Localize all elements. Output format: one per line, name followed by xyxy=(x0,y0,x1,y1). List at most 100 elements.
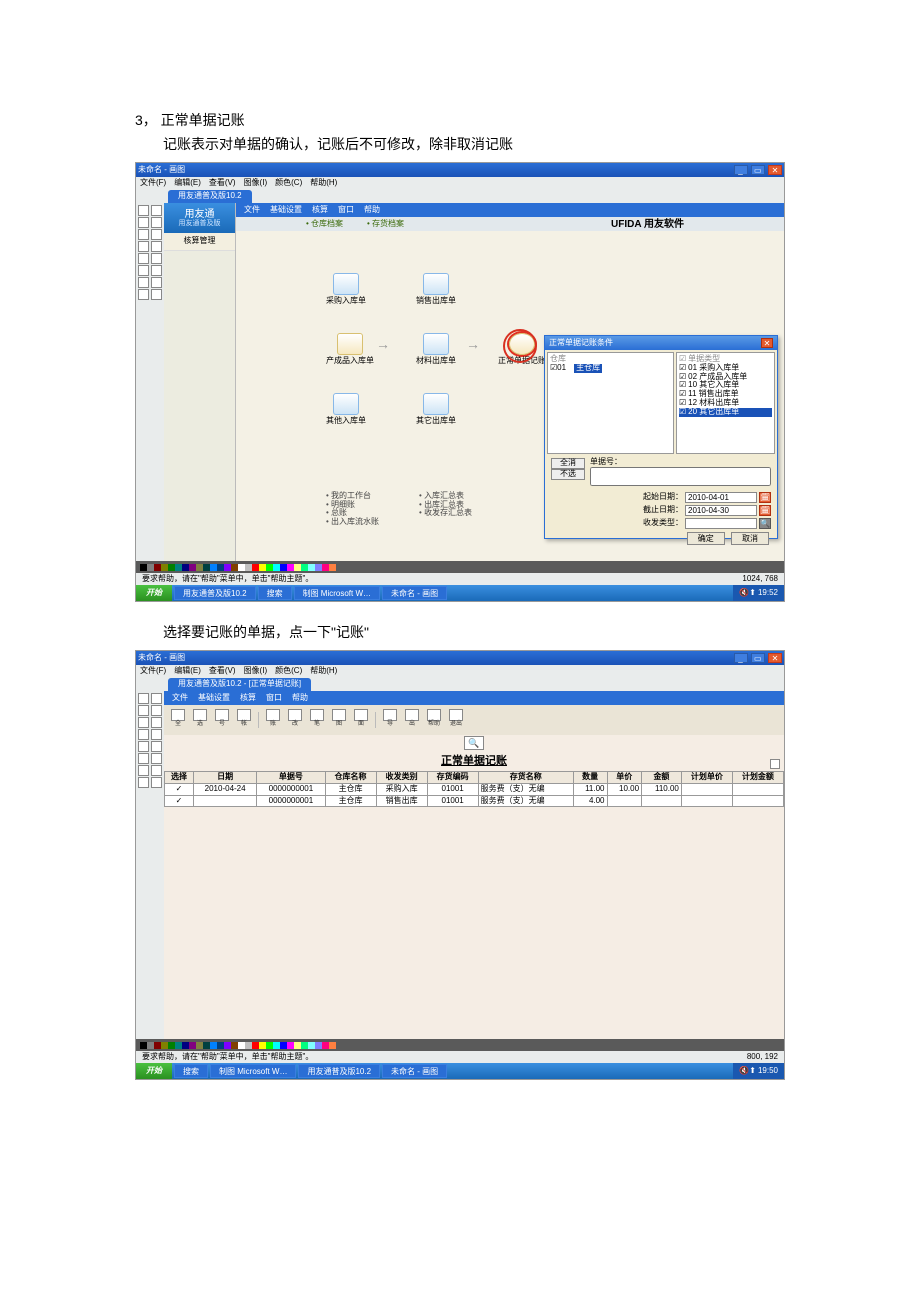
toolbar-button[interactable]: 退出 xyxy=(448,709,464,731)
warehouse-pane[interactable]: 仓库 ☑01 主仓库 xyxy=(547,352,674,454)
column-header[interactable]: 选择 xyxy=(165,771,194,783)
submenu-item[interactable]: 核算 xyxy=(312,206,328,215)
palette-swatch[interactable] xyxy=(161,1042,168,1049)
node-purchase-in[interactable]: 采购入库单 xyxy=(326,273,366,306)
column-header[interactable]: 单价 xyxy=(607,771,642,783)
maximize-button[interactable]: ▭ xyxy=(751,653,765,663)
taskbar-item[interactable]: 未命名 - 画图 xyxy=(382,586,447,600)
column-header[interactable]: 金额 xyxy=(642,771,682,783)
submenu-item[interactable]: 帮助 xyxy=(364,206,380,215)
minimize-button[interactable]: _ xyxy=(734,165,748,175)
palette-swatch[interactable] xyxy=(182,564,189,571)
palette-swatch[interactable] xyxy=(294,564,301,571)
palette-swatch[interactable] xyxy=(238,564,245,571)
taskbar-item[interactable]: 制图 Microsoft W… xyxy=(294,586,380,600)
close-button[interactable]: ✕ xyxy=(768,653,782,663)
tool-icon[interactable] xyxy=(151,717,162,728)
tool-icon[interactable] xyxy=(151,741,162,752)
tool-icon[interactable] xyxy=(151,289,162,300)
palette-swatch[interactable] xyxy=(280,1042,287,1049)
column-header[interactable]: 单据号 xyxy=(257,771,325,783)
column-header[interactable]: 计划单价 xyxy=(681,771,732,783)
tool-icon[interactable] xyxy=(138,729,149,740)
node-other-out2[interactable]: 其它出库单 xyxy=(416,393,456,426)
toolbar-button[interactable]: 面 xyxy=(353,709,369,731)
palette-swatch[interactable] xyxy=(266,1042,273,1049)
palette-swatch[interactable] xyxy=(252,1042,259,1049)
calendar-icon[interactable]: 🗓 xyxy=(759,492,771,503)
tool-icon[interactable] xyxy=(138,205,149,216)
tool-icon[interactable] xyxy=(151,253,162,264)
menu-item[interactable]: 颜色(C) xyxy=(275,667,302,676)
tool-icon[interactable] xyxy=(138,229,149,240)
quick-link[interactable]: 出入库流水账 xyxy=(326,518,379,527)
palette-swatch[interactable] xyxy=(210,1042,217,1049)
tool-icon[interactable] xyxy=(138,217,149,228)
system-tray[interactable]: 🔇⬆ 19:50 xyxy=(733,1063,784,1079)
palette-swatch[interactable] xyxy=(217,564,224,571)
tool-icon[interactable] xyxy=(138,765,149,776)
palette-swatch[interactable] xyxy=(196,564,203,571)
quick-link[interactable]: 收发存汇总表 xyxy=(419,509,472,518)
tool-icon[interactable] xyxy=(151,765,162,776)
ok-button[interactable]: 确定 xyxy=(687,532,725,545)
app-tab[interactable]: 用友通普及版10.2 xyxy=(168,190,252,203)
tool-icon[interactable] xyxy=(151,753,162,764)
node-sale-out[interactable]: 销售出库单 xyxy=(416,273,456,306)
tool-icon[interactable] xyxy=(138,717,149,728)
minimize-button[interactable]: _ xyxy=(734,653,748,663)
toolbar-button[interactable]: 号 xyxy=(214,709,230,731)
palette-swatch[interactable] xyxy=(217,1042,224,1049)
taskbar-item[interactable]: 制图 Microsoft W… xyxy=(210,1064,296,1078)
palette-swatch[interactable] xyxy=(224,564,231,571)
palette-swatch[interactable] xyxy=(238,1042,245,1049)
tool-icon[interactable] xyxy=(138,253,149,264)
menu-item[interactable]: 查看(V) xyxy=(209,179,236,188)
select-none-button[interactable]: 不选 xyxy=(551,469,585,480)
color-palette[interactable] xyxy=(136,1039,784,1051)
palette-swatch[interactable] xyxy=(168,1042,175,1049)
submenu-item[interactable]: 文件 xyxy=(244,206,260,215)
palette-swatch[interactable] xyxy=(308,564,315,571)
menu-item[interactable]: 编辑(E) xyxy=(174,179,201,188)
palette-swatch[interactable] xyxy=(147,564,154,571)
toolbar-button[interactable]: 改 xyxy=(287,709,303,731)
maximize-button[interactable]: ▭ xyxy=(751,165,765,175)
submenu-item[interactable]: 窗口 xyxy=(338,206,354,215)
palette-swatch[interactable] xyxy=(154,1042,161,1049)
palette-swatch[interactable] xyxy=(140,1042,147,1049)
palette-swatch[interactable] xyxy=(259,1042,266,1049)
palette-swatch[interactable] xyxy=(224,1042,231,1049)
ctype-input[interactable] xyxy=(685,518,757,529)
palette-swatch[interactable] xyxy=(287,1042,294,1049)
palette-swatch[interactable] xyxy=(196,1042,203,1049)
palette-swatch[interactable] xyxy=(315,564,322,571)
table-row[interactable]: ✓0000000001主仓库销售出库01001服务费（支）无编4.00 xyxy=(165,795,784,807)
tool-icon[interactable] xyxy=(138,777,149,788)
palette-swatch[interactable] xyxy=(175,1042,182,1049)
column-header[interactable]: 日期 xyxy=(193,771,256,783)
tool-icon[interactable] xyxy=(151,205,162,216)
submenu-item[interactable]: 窗口 xyxy=(266,694,282,703)
calendar-icon[interactable]: 🗓 xyxy=(759,505,771,516)
data-grid[interactable]: 选择日期单据号仓库名称收发类别存货编码存货名称数量单价金额计划单价计划金额✓20… xyxy=(164,771,784,807)
tool-icon[interactable] xyxy=(138,741,149,752)
tool-icon[interactable] xyxy=(151,229,162,240)
tool-icon[interactable] xyxy=(138,693,149,704)
palette-swatch[interactable] xyxy=(308,1042,315,1049)
palette-swatch[interactable] xyxy=(168,564,175,571)
tool-icon[interactable] xyxy=(151,265,162,276)
palette-swatch[interactable] xyxy=(329,564,336,571)
palette-swatch[interactable] xyxy=(231,564,238,571)
tool-icon[interactable] xyxy=(138,705,149,716)
start-button[interactable]: 开始 xyxy=(136,1063,172,1079)
submenu-item[interactable]: 文件 xyxy=(172,694,188,703)
palette-swatch[interactable] xyxy=(189,1042,196,1049)
palette-swatch[interactable] xyxy=(203,564,210,571)
toolbar-button[interactable]: 出 xyxy=(404,709,420,731)
palette-swatch[interactable] xyxy=(245,564,252,571)
select-all-button[interactable]: 全消 xyxy=(551,458,585,469)
table-row[interactable]: ✓2010-04-240000000001主仓库采购入库01001服务费（支）无… xyxy=(165,783,784,795)
node-other-in[interactable]: 其他入库单 xyxy=(326,393,366,426)
palette-swatch[interactable] xyxy=(259,564,266,571)
